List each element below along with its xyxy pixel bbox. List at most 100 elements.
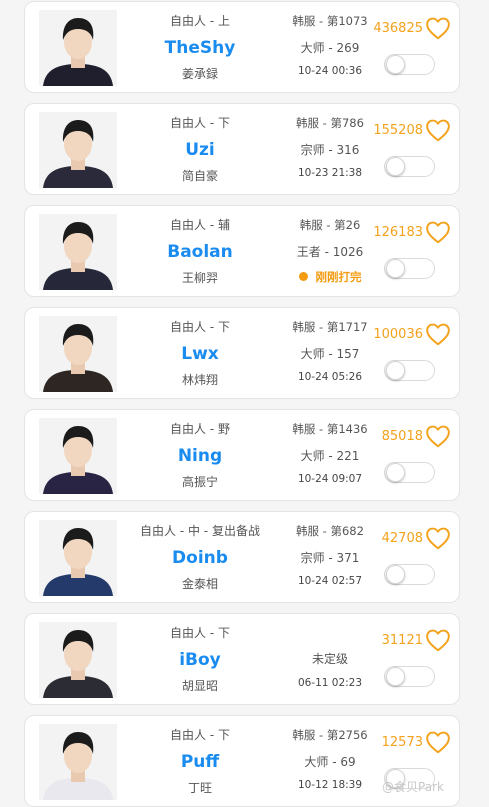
player-real-name: 姜承録: [181, 67, 218, 81]
player-avatar: [39, 418, 117, 494]
toggle-knob: [386, 565, 405, 584]
player-role: 自由人 - 辅: [170, 218, 230, 232]
player-card[interactable]: 自由人 - 下 Uzi 简自豪 韩服 - 第786 宗师 - 316 10-23…: [24, 103, 460, 195]
favorite-count: 155208: [373, 123, 423, 138]
tier-points: 大师 - 221: [300, 449, 360, 463]
heart-icon[interactable]: [425, 424, 451, 448]
avatar-portrait: [43, 324, 113, 392]
last-played-time: 10-24 09:07: [297, 473, 363, 485]
server-ranking: 韩服 - 第26: [299, 218, 361, 232]
server-ranking: 韩服 - 第1436: [292, 422, 368, 436]
player-card[interactable]: 自由人 - 辅 Baolan 王柳羿 韩服 - 第26 王者 - 1026 刚刚…: [24, 205, 460, 297]
tier-points: 宗师 - 371: [300, 551, 360, 565]
tier-points: 大师 - 269: [300, 41, 360, 55]
player-name[interactable]: Puff: [125, 752, 275, 772]
avatar-portrait: [43, 120, 113, 188]
notify-toggle[interactable]: [384, 258, 435, 279]
player-real-name: 林炜翔: [181, 373, 218, 387]
watermark: @食贝Park: [382, 780, 444, 794]
tier-points: 王者 - 1026: [296, 245, 364, 259]
tier-points: 大师 - 157: [300, 347, 360, 361]
player-real-name: 胡显昭: [181, 679, 218, 693]
favorite-count: 85018: [381, 429, 423, 444]
live-status: 刚刚打完: [275, 269, 385, 285]
avatar-portrait: [43, 630, 113, 698]
player-card[interactable]: 自由人 - 下 iBoy 胡显昭 未定级 06-11 02:23 31121: [24, 613, 460, 705]
server-ranking: 韩服 - 第1717: [292, 320, 368, 334]
player-name[interactable]: TheShy: [125, 38, 275, 58]
favorite-count: 42708: [381, 531, 423, 546]
player-name[interactable]: Ning: [125, 446, 275, 466]
player-card[interactable]: 自由人 - 野 Ning 高振宁 韩服 - 第1436 大师 - 221 10-…: [24, 409, 460, 501]
notify-toggle[interactable]: [384, 54, 435, 75]
server-ranking: 韩服 - 第682: [296, 524, 364, 538]
server-ranking: 韩服 - 第1073: [292, 14, 368, 28]
tier-points: 大师 - 69: [304, 755, 356, 769]
notify-toggle[interactable]: [384, 156, 435, 177]
player-role: 自由人 - 下: [170, 728, 230, 742]
heart-icon[interactable]: [425, 220, 451, 244]
player-avatar: [39, 622, 117, 698]
player-role: 自由人 - 下: [170, 320, 230, 334]
player-name[interactable]: Baolan: [125, 242, 275, 262]
favorite-count: 100036: [373, 327, 423, 342]
last-played-time: 10-24 05:26: [297, 371, 363, 383]
favorite-count: 31121: [381, 633, 423, 648]
avatar-portrait: [43, 426, 113, 494]
last-played-time: 10-23 21:38: [297, 167, 363, 179]
player-real-name: 高振宁: [181, 475, 218, 489]
avatar-portrait: [43, 528, 113, 596]
heart-icon[interactable]: [425, 730, 451, 754]
last-played-time: 10-24 02:57: [297, 575, 363, 587]
favorite-count: 126183: [373, 225, 423, 240]
player-card[interactable]: 自由人 - 上 TheShy 姜承録 韩服 - 第1073 大师 - 269 1…: [24, 1, 460, 93]
notify-toggle[interactable]: [384, 360, 435, 381]
last-played-time: 10-24 00:36: [297, 65, 363, 77]
player-avatar: [39, 724, 117, 800]
player-role: 自由人 - 中 - 复出备战: [140, 524, 260, 538]
player-role: 自由人 - 下: [170, 626, 230, 640]
server-ranking: 韩服 - 第786: [296, 116, 364, 130]
last-played-time: 10-12 18:39: [297, 779, 363, 791]
player-name[interactable]: Doinb: [125, 548, 275, 568]
player-real-name: 金泰相: [181, 577, 218, 591]
player-name[interactable]: Lwx: [125, 344, 275, 364]
player-name[interactable]: Uzi: [125, 140, 275, 160]
toggle-knob: [386, 55, 405, 74]
player-name[interactable]: iBoy: [125, 650, 275, 670]
toggle-knob: [386, 463, 405, 482]
player-role: 自由人 - 下: [170, 116, 230, 130]
player-avatar: [39, 112, 117, 188]
heart-icon[interactable]: [425, 628, 451, 652]
notify-toggle[interactable]: [384, 564, 435, 585]
player-avatar: [39, 520, 117, 596]
player-role: 自由人 - 上: [170, 14, 230, 28]
heart-icon[interactable]: [425, 526, 451, 550]
notify-toggle[interactable]: [384, 462, 435, 483]
player-card[interactable]: 自由人 - 下 Lwx 林炜翔 韩服 - 第1717 大师 - 157 10-2…: [24, 307, 460, 399]
heart-icon[interactable]: [425, 16, 451, 40]
unranked-label: 未定级: [311, 652, 348, 666]
favorite-count: 436825: [373, 21, 423, 36]
last-played-time: 06-11 02:23: [297, 677, 363, 689]
toggle-knob: [386, 361, 405, 380]
player-role: 自由人 - 野: [170, 422, 230, 436]
toggle-knob: [386, 667, 405, 686]
player-list: 自由人 - 上 TheShy 姜承録 韩服 - 第1073 大师 - 269 1…: [0, 0, 489, 807]
heart-icon[interactable]: [425, 118, 451, 142]
server-ranking: 韩服 - 第2756: [292, 728, 368, 742]
player-real-name: 丁旺: [187, 781, 212, 795]
tier-points: 宗师 - 316: [300, 143, 360, 157]
player-avatar: [39, 10, 117, 86]
player-card[interactable]: 自由人 - 中 - 复出备战 Doinb 金泰相 韩服 - 第682 宗师 - …: [24, 511, 460, 603]
favorite-count: 12573: [381, 735, 423, 750]
toggle-knob: [386, 259, 405, 278]
avatar-portrait: [43, 732, 113, 800]
player-real-name: 简自豪: [181, 169, 218, 183]
avatar-portrait: [43, 222, 113, 290]
heart-icon[interactable]: [425, 322, 451, 346]
player-avatar: [39, 316, 117, 392]
toggle-knob: [386, 157, 405, 176]
notify-toggle[interactable]: [384, 666, 435, 687]
player-avatar: [39, 214, 117, 290]
